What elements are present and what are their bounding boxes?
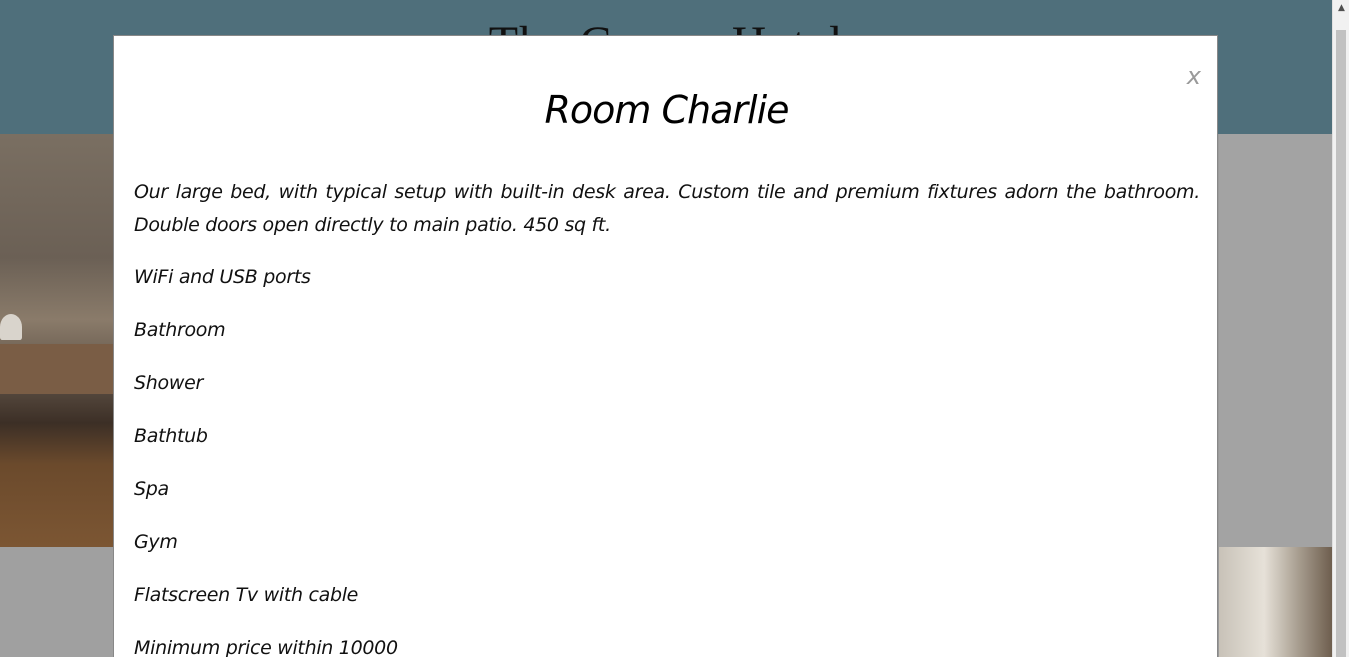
room-modal: x Room Charlie Our large bed, with typic…	[113, 35, 1218, 657]
room-description: Our large bed, with typical setup with b…	[134, 181, 1200, 236]
amenity-item: Gym	[134, 531, 178, 553]
modal-title: Room Charlie	[544, 88, 789, 132]
amenity-item: Bathtub	[134, 425, 208, 447]
close-button[interactable]: x	[1187, 64, 1201, 88]
amenity-item: Shower	[134, 372, 203, 394]
amenity-item: Spa	[134, 478, 169, 500]
scroll-up-arrow-icon[interactable]: ▲	[1333, 0, 1349, 17]
amenity-item: WiFi and USB ports	[134, 266, 311, 288]
modal-body: Our large bed, with typical setup with b…	[134, 176, 1200, 657]
amenity-item: Bathroom	[134, 319, 226, 341]
scrollbar-thumb[interactable]	[1336, 30, 1346, 657]
amenity-item: Flatscreen Tv with cable	[134, 584, 359, 606]
page: The Corner Hotel x Room Charlie Our larg…	[0, 0, 1349, 657]
page-scrollbar[interactable]: ▲	[1332, 0, 1349, 657]
amenity-item: Minimum price within 10000	[134, 637, 398, 657]
